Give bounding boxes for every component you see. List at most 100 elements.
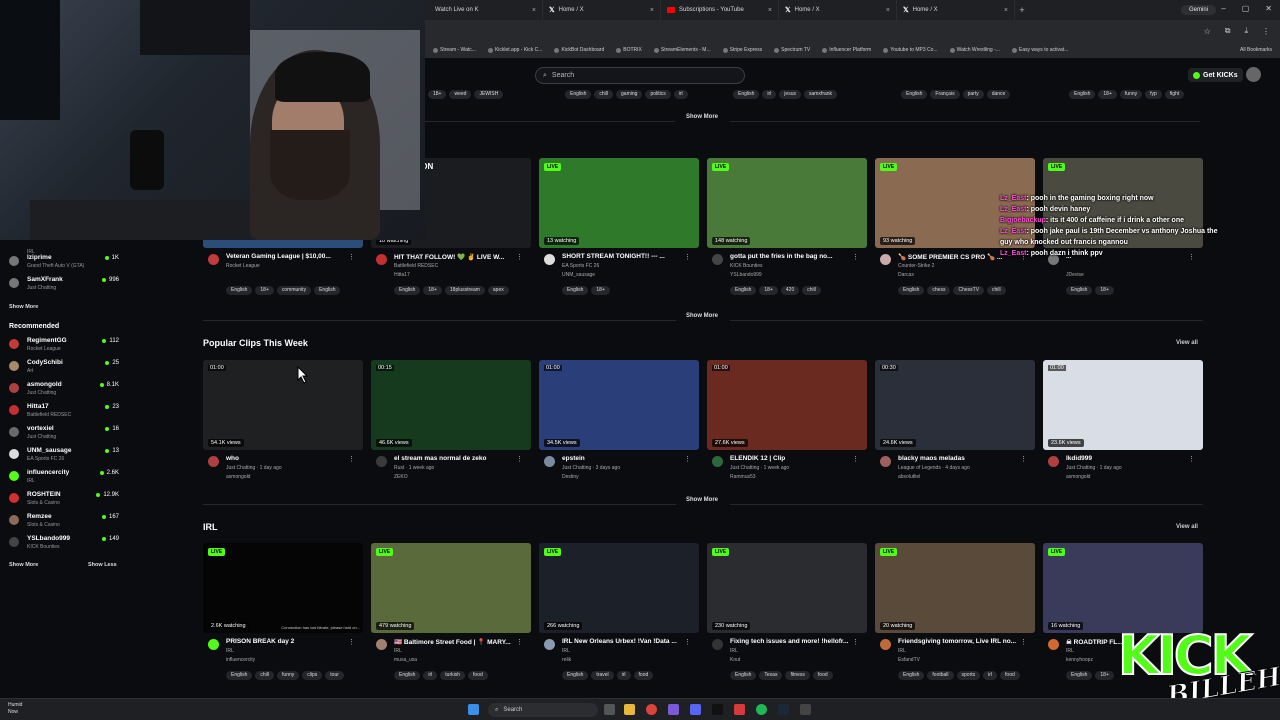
show-more-top[interactable]: Show More — [686, 114, 718, 120]
more-options-icon[interactable]: ⋮ — [1020, 638, 1027, 646]
minimize-icon[interactable]: – — [1221, 4, 1225, 13]
avatar[interactable] — [544, 639, 555, 650]
tag[interactable]: food — [812, 671, 833, 680]
tag[interactable]: tour — [325, 671, 344, 680]
more-options-icon[interactable]: ⋮ — [348, 638, 355, 646]
avatar[interactable] — [208, 456, 219, 467]
tag[interactable]: English — [394, 286, 421, 295]
channel-name[interactable]: Rammus53 — [730, 474, 756, 480]
stream-title[interactable]: blacky maos meladas — [898, 455, 1023, 462]
tag[interactable]: funny — [277, 671, 300, 680]
browser-tab[interactable]: 𝕏 Home / X × — [897, 0, 1015, 20]
channel-name[interactable]: asmongold — [1066, 474, 1090, 480]
tag[interactable]: 18+ — [255, 286, 274, 295]
sidebar-channel[interactable]: asmongold Just Chatting 8.1K — [9, 381, 121, 401]
tag[interactable]: jesus — [779, 90, 801, 99]
tag[interactable]: apex — [487, 286, 509, 295]
tag[interactable]: dance — [986, 90, 1011, 99]
close-icon[interactable]: × — [650, 7, 654, 14]
channel-name[interactable]: Destiny — [562, 474, 579, 480]
tag[interactable]: English — [901, 90, 928, 99]
stream-title[interactable]: PRISON BREAK day 2 — [226, 638, 351, 645]
app-icon[interactable] — [800, 704, 811, 715]
thumbnail[interactable]: 01:00 27.6K views — [707, 360, 867, 450]
thumbnail[interactable]: LIVE 266 watching — [539, 543, 699, 633]
tag[interactable]: 18+ — [428, 90, 447, 99]
app-icon[interactable] — [668, 704, 679, 715]
more-options-icon[interactable]: ⋮ — [516, 253, 523, 261]
tag[interactable]: English — [565, 90, 592, 99]
tag[interactable]: English — [394, 671, 421, 680]
avatar[interactable] — [376, 254, 387, 265]
channel-name[interactable]: absolutliel — [898, 474, 920, 480]
browser-tab[interactable]: 𝕏 Home / X × — [543, 0, 661, 20]
close-icon[interactable]: × — [532, 7, 536, 14]
sidebar-channel[interactable]: lziprime Grand Theft Auto V (GTA) 1K — [9, 254, 121, 274]
tag[interactable]: food — [468, 671, 488, 680]
stream-category[interactable]: KICK Bounties — [730, 263, 763, 269]
stream-title[interactable]: IRL New Orleans Urbex! !Van !Data ... — [562, 638, 687, 645]
tag[interactable]: chill — [255, 671, 275, 680]
thumbnail[interactable]: LIVE 230 watching — [707, 543, 867, 633]
sidebar-channel[interactable]: CodySchibi Art 25 — [9, 359, 121, 379]
close-icon[interactable]: × — [886, 7, 890, 14]
tag[interactable]: 18plusstream — [444, 286, 485, 295]
tag[interactable]: chill — [802, 286, 821, 295]
tag[interactable]: English — [314, 286, 341, 295]
sidebar-show-more-bottom[interactable]: Show More — [9, 562, 38, 568]
tag[interactable]: politics — [645, 90, 671, 99]
tag[interactable]: 18+ — [1095, 286, 1114, 295]
stream-category[interactable]: Battlefield REDSEC — [394, 263, 438, 269]
channel-name[interactable]: relik — [562, 657, 571, 663]
extensions-icon[interactable]: ⧉ — [1225, 26, 1231, 36]
thumbnail[interactable]: 00:30 24.6K views — [875, 360, 1035, 450]
avatar[interactable] — [1048, 639, 1059, 650]
show-more-clips[interactable]: Show More — [686, 497, 718, 503]
sidebar-channel[interactable]: RegimentGG Rocket League 112 — [9, 337, 121, 357]
avatar[interactable] — [880, 254, 891, 265]
download-icon[interactable]: ⤓ — [1244, 26, 1248, 36]
stream-title[interactable]: Friendsgiving tomorrow, Live IRL no... — [898, 638, 1023, 645]
tag[interactable]: English — [562, 671, 589, 680]
sidebar-show-less[interactable]: Show Less — [88, 562, 117, 568]
tag[interactable]: Texas — [759, 671, 783, 680]
more-options-icon[interactable]: ⋮ — [348, 455, 355, 463]
tag[interactable]: English — [1066, 286, 1093, 295]
bookmark-item[interactable]: Spectrum TV — [770, 47, 814, 53]
more-options-icon[interactable]: ⋮ — [684, 455, 691, 463]
chrome-icon[interactable] — [646, 704, 657, 715]
more-options-icon[interactable]: ⋮ — [348, 253, 355, 261]
stream-category[interactable]: Counter-Strike 2 — [898, 263, 934, 269]
sidebar-channel[interactable]: ROSHTEIN Slots & Casino 12.9K — [9, 491, 121, 511]
weather-widget[interactable]: Humid Now — [8, 702, 22, 716]
stream-title[interactable]: lkdid999 — [1066, 455, 1191, 462]
sidebar-channel[interactable]: Remzee Slots & Casino 167 — [9, 513, 121, 533]
close-window-icon[interactable]: ✕ — [1265, 4, 1272, 13]
show-more-row1[interactable]: Show More — [686, 313, 718, 319]
windows-start-icon[interactable] — [468, 704, 479, 715]
sidebar-channel[interactable]: YSLbando999 KICK Bounties 149 — [9, 535, 121, 555]
tag[interactable]: football — [927, 671, 954, 680]
avatar[interactable] — [712, 456, 723, 467]
tag[interactable]: samxfrank — [803, 90, 838, 99]
more-options-icon[interactable]: ⋮ — [516, 455, 523, 463]
new-tab-button[interactable]: + — [1015, 5, 1029, 15]
bookmark-item[interactable]: Stream - Watc... — [429, 47, 480, 53]
stream-category[interactable]: IRL — [394, 648, 402, 654]
avatar[interactable] — [712, 639, 723, 650]
bookmark-item[interactable]: Youtube to MP3 Co... — [879, 47, 941, 53]
avatar[interactable] — [544, 254, 555, 265]
channel-name[interactable]: JDevise — [1066, 272, 1084, 278]
tag[interactable]: English — [1069, 90, 1096, 99]
clips-view-all[interactable]: View all — [1176, 340, 1198, 346]
more-options-icon[interactable]: ⋮ — [684, 253, 691, 261]
avatar[interactable] — [712, 254, 723, 265]
tag[interactable]: clips — [302, 671, 323, 680]
stream-title[interactable]: 🇺🇸 Baltimore Street Food | 📍 MARY... — [394, 638, 519, 646]
tag[interactable]: fyp — [1145, 90, 1162, 99]
stream-title[interactable]: epstein — [562, 455, 687, 462]
tag[interactable]: English — [733, 90, 760, 99]
thumbnail[interactable]: 00:15 46.6K views — [371, 360, 531, 450]
tag[interactable]: 18+ — [759, 286, 778, 295]
sidebar-channel[interactable]: Hitta17 Battlefield REDSEC 23 — [9, 403, 121, 423]
